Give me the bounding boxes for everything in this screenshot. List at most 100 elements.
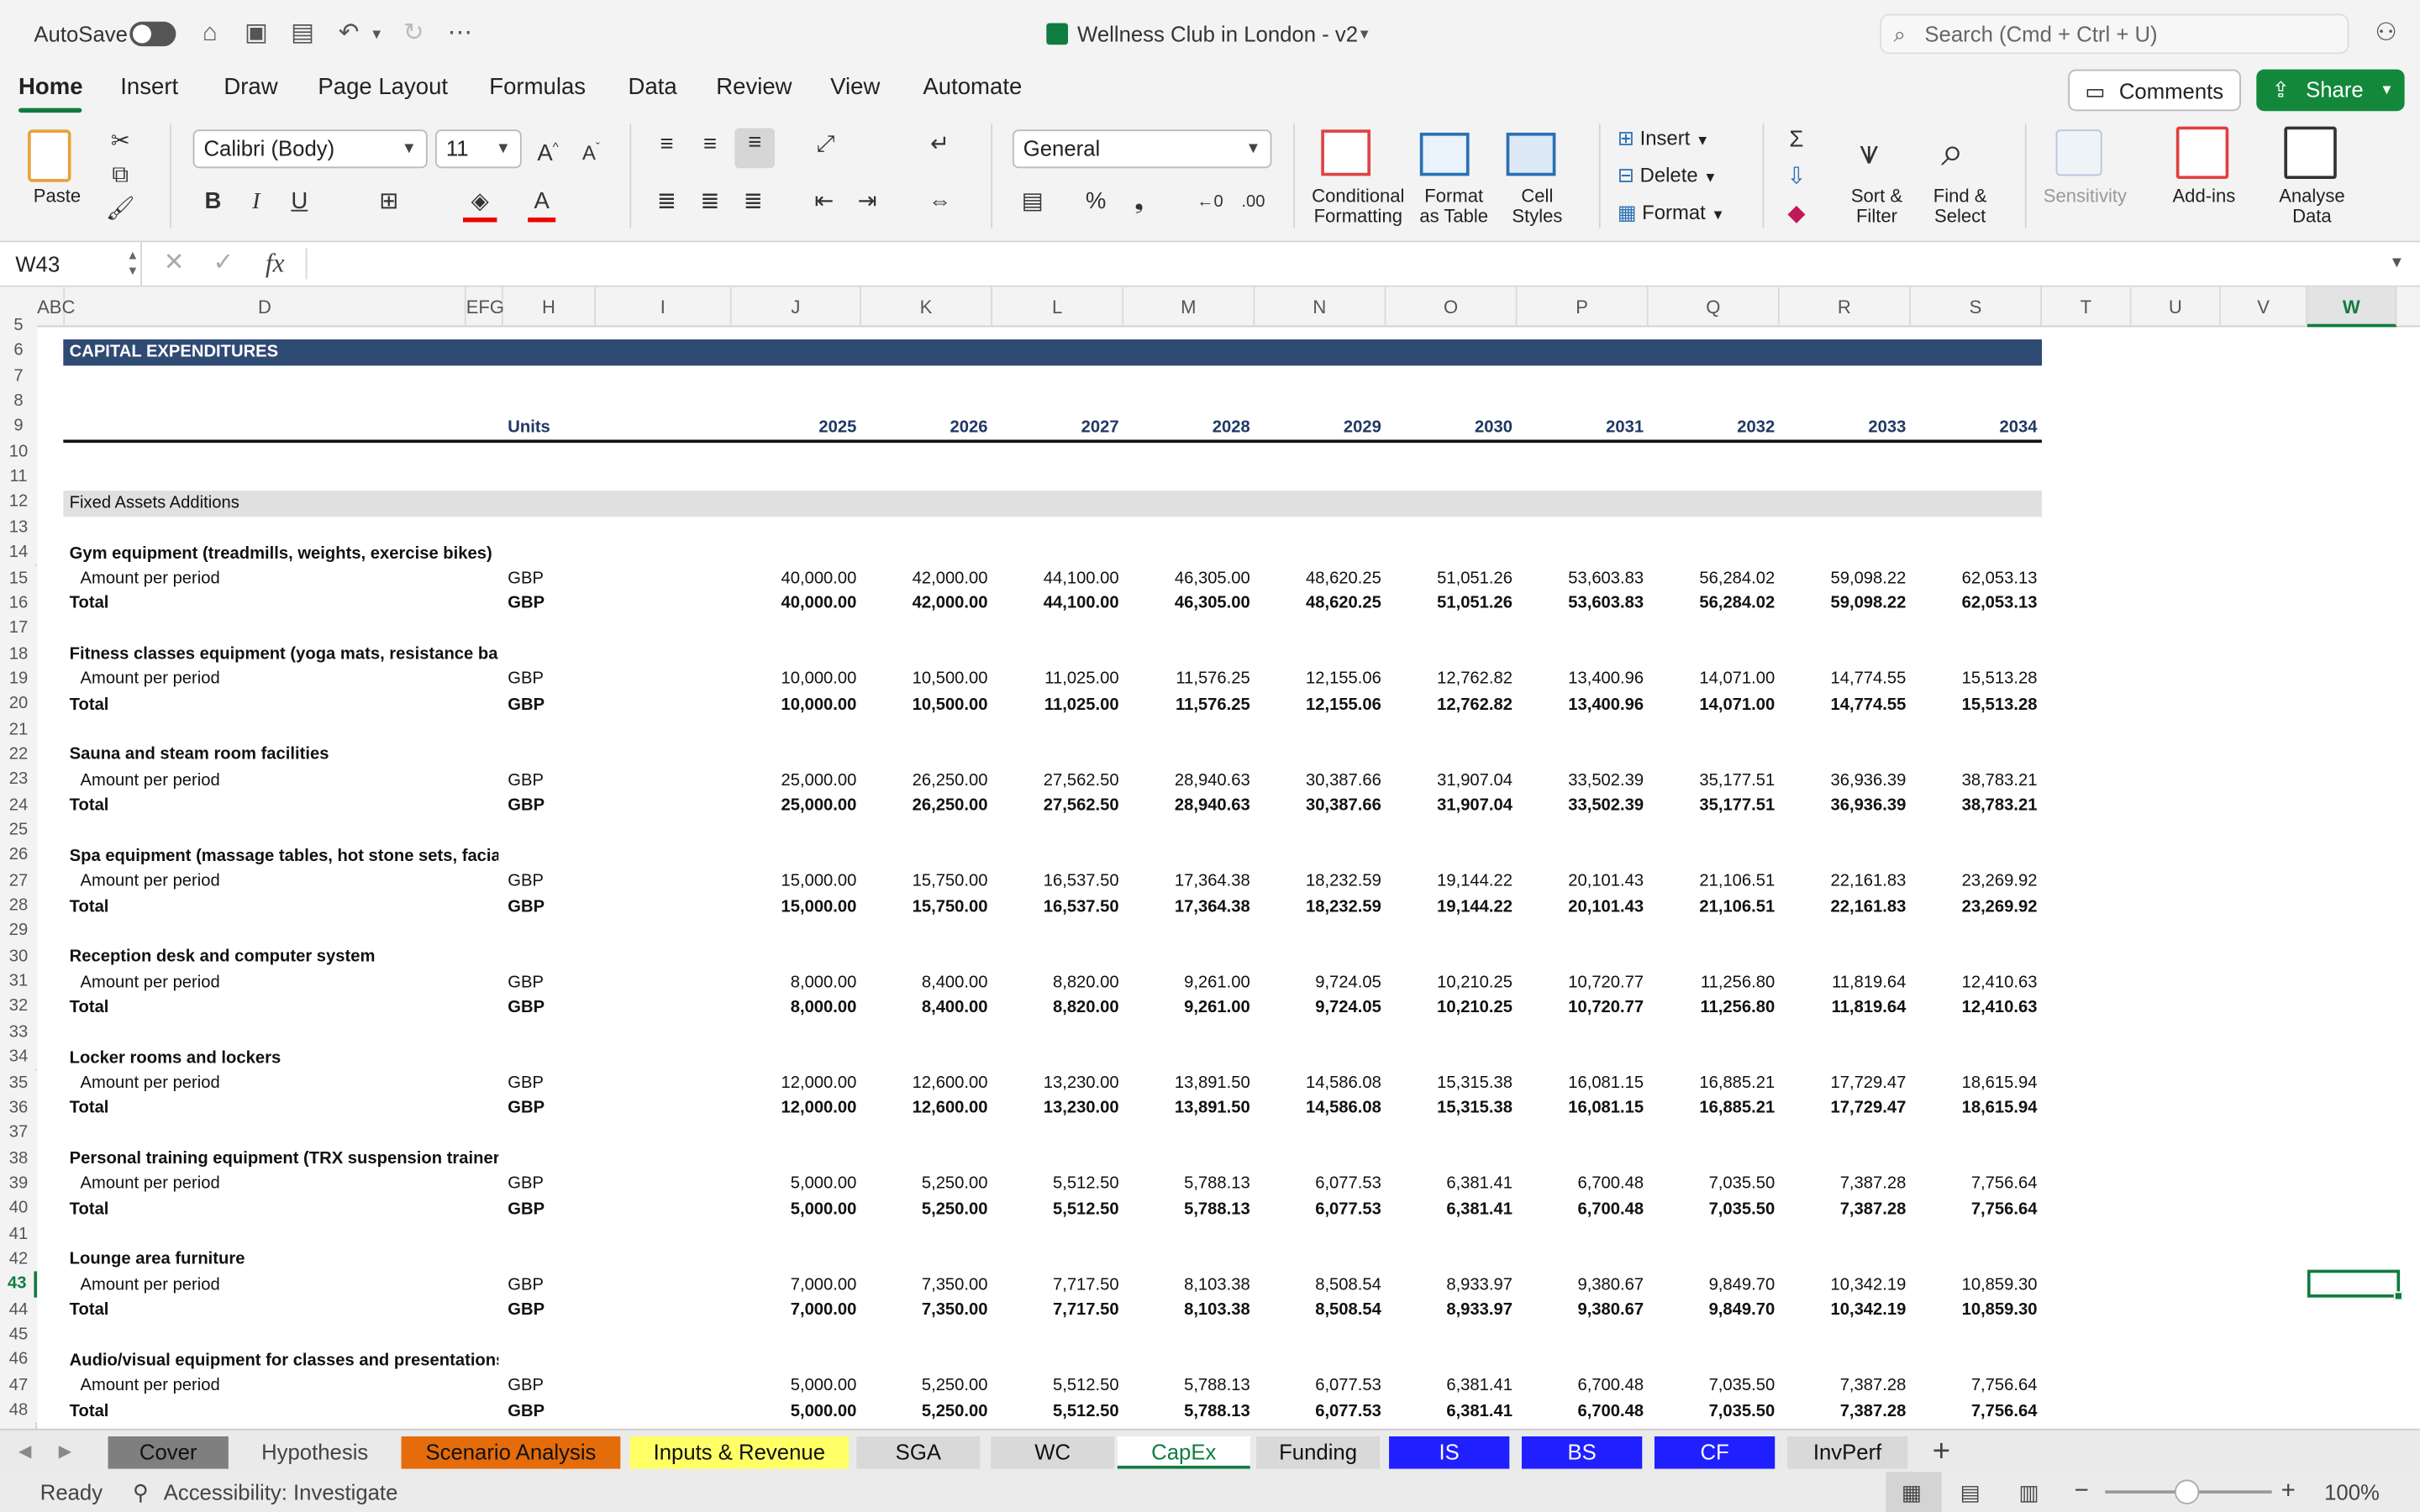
- align-bottom-icon[interactable]: ≡: [734, 128, 776, 169]
- percent-icon[interactable]: %: [1081, 186, 1112, 218]
- amount-cell[interactable]: 5,000.00: [736, 1172, 857, 1196]
- total-cell[interactable]: 62,053.13: [1915, 591, 2038, 616]
- delete-cells-button[interactable]: ⊟ Delete ▼: [1618, 162, 1718, 192]
- total-cell[interactable]: 15,000.00: [736, 894, 857, 918]
- amount-cell[interactable]: 42,000.00: [865, 566, 988, 591]
- save-as-icon[interactable]: ▤: [284, 0, 321, 68]
- amount-cell[interactable]: 7,756.64: [1915, 1172, 2038, 1196]
- total-cell[interactable]: 8,508.54: [1260, 1298, 1381, 1322]
- amount-cell[interactable]: 5,000.00: [736, 1373, 857, 1398]
- total-cell[interactable]: 14,071.00: [1653, 692, 1775, 717]
- italic-button[interactable]: I: [241, 186, 272, 218]
- format-painter-icon[interactable]: 🖌: [105, 194, 136, 225]
- underline-button[interactable]: U: [284, 186, 315, 218]
- total-cell[interactable]: 12,000.00: [736, 1096, 857, 1121]
- more-icon[interactable]: ⋯: [441, 0, 478, 68]
- tab-review[interactable]: Review: [716, 71, 792, 104]
- font-color-icon[interactable]: A: [528, 186, 556, 223]
- fill-icon[interactable]: ⇩: [1781, 162, 1812, 193]
- increase-indent-icon[interactable]: ⇥: [852, 186, 883, 218]
- amount-cell[interactable]: 6,381.41: [1391, 1172, 1512, 1196]
- sheet-tab[interactable]: WC: [991, 1436, 1115, 1469]
- amount-cell[interactable]: 53,603.83: [1522, 566, 1644, 591]
- asset-name[interactable]: Sauna and steam room facilities: [70, 743, 499, 767]
- comma-style-icon[interactable]: ❟: [1123, 186, 1155, 218]
- asset-name[interactable]: Spa equipment (massage tables, hot stone…: [70, 843, 499, 868]
- decrease-indent-icon[interactable]: ⇤: [808, 186, 839, 218]
- asset-name[interactable]: Gym equipment (treadmills, weights, exer…: [70, 541, 499, 565]
- total-cell[interactable]: 10,859.30: [1915, 1298, 2038, 1322]
- total-cell[interactable]: 7,717.50: [997, 1298, 1119, 1322]
- amount-cell[interactable]: 15,000.00: [736, 869, 857, 893]
- total-cell[interactable]: 11,576.25: [1128, 692, 1250, 717]
- amount-cell[interactable]: 7,387.28: [1784, 1172, 1907, 1196]
- amount-cell[interactable]: 31,907.04: [1391, 768, 1512, 792]
- amount-cell[interactable]: 14,586.08: [1260, 1071, 1381, 1095]
- amount-cell[interactable]: 9,380.67: [1522, 1273, 1644, 1297]
- total-cell[interactable]: 12,155.06: [1260, 692, 1381, 717]
- amount-cell[interactable]: 7,035.50: [1653, 1172, 1776, 1196]
- amount-cell[interactable]: 11,256.80: [1653, 970, 1775, 995]
- total-cell[interactable]: 9,380.67: [1522, 1298, 1644, 1322]
- cell-area[interactable]: CAPITAL EXPENDITURES Units 2025 2026 2027 202…: [0, 287, 2420, 1429]
- account-icon[interactable]: ⚇: [2368, 0, 2405, 68]
- total-cell[interactable]: 9,261.00: [1128, 995, 1250, 1020]
- unit-cell[interactable]: GBP: [508, 566, 591, 591]
- asset-name[interactable]: Audio/visual equipment for classes and p…: [70, 1348, 499, 1373]
- amount-cell[interactable]: 11,819.64: [1784, 970, 1906, 995]
- sheet-tab[interactable]: BS: [1522, 1436, 1643, 1469]
- total-cell[interactable]: 53,603.83: [1522, 591, 1644, 616]
- enter-icon[interactable]: ✓: [213, 242, 234, 285]
- amount-cell[interactable]: 16,885.21: [1653, 1071, 1775, 1095]
- unit-cell[interactable]: GBP: [508, 1399, 591, 1423]
- total-label[interactable]: Total: [70, 1197, 462, 1221]
- asset-name[interactable]: Locker rooms and lockers: [70, 1046, 499, 1070]
- total-cell[interactable]: 6,700.48: [1522, 1197, 1644, 1221]
- amount-cell[interactable]: 5,788.13: [1128, 1172, 1250, 1196]
- align-top-icon[interactable]: ≡: [651, 129, 682, 160]
- amount-cell[interactable]: 19,144.22: [1391, 869, 1512, 893]
- total-cell[interactable]: 7,756.64: [1915, 1197, 2038, 1221]
- amount-cell[interactable]: 10,342.19: [1784, 1273, 1906, 1297]
- total-cell[interactable]: 9,724.05: [1260, 995, 1381, 1020]
- total-cell[interactable]: 13,230.00: [997, 1096, 1119, 1121]
- total-cell[interactable]: 10,342.19: [1784, 1298, 1906, 1322]
- amount-cell[interactable]: 10,000.00: [736, 667, 857, 691]
- comments-button[interactable]: ▭ Comments: [2068, 69, 2241, 112]
- accounting-format-icon[interactable]: ▤: [1016, 186, 1050, 218]
- wrap-text-icon[interactable]: ↵: [923, 129, 956, 160]
- amount-cell[interactable]: 12,762.82: [1391, 667, 1512, 691]
- amount-label[interactable]: Amount per period: [81, 667, 473, 691]
- search-input[interactable]: Search (Cmd + Ctrl + U): [1924, 15, 2157, 52]
- save-icon[interactable]: ▣: [238, 0, 275, 68]
- amount-cell[interactable]: 10,500.00: [865, 667, 988, 691]
- formula-input[interactable]: [318, 242, 2370, 285]
- unit-cell[interactable]: GBP: [508, 869, 591, 893]
- fill-handle[interactable]: [2393, 1291, 2403, 1301]
- unit-cell[interactable]: GBP: [508, 1298, 591, 1322]
- total-cell[interactable]: 5,250.00: [865, 1399, 988, 1423]
- amount-cell[interactable]: 28,940.63: [1128, 768, 1250, 792]
- year-header[interactable]: 2032: [1653, 415, 1775, 439]
- total-cell[interactable]: 35,177.51: [1653, 793, 1775, 817]
- asset-name[interactable]: Reception desk and computer system: [70, 945, 499, 969]
- unit-cell[interactable]: GBP: [508, 1373, 591, 1398]
- unit-cell[interactable]: GBP: [508, 995, 591, 1020]
- total-cell[interactable]: 5,512.50: [997, 1399, 1119, 1423]
- total-cell[interactable]: 7,387.28: [1784, 1197, 1907, 1221]
- add-sheet-icon[interactable]: +: [1933, 1431, 1950, 1473]
- font-size-select[interactable]: 11 ▼: [434, 129, 522, 169]
- amount-cell[interactable]: 25,000.00: [736, 768, 857, 792]
- total-cell[interactable]: 12,600.00: [865, 1096, 988, 1121]
- total-cell[interactable]: 12,762.82: [1391, 692, 1512, 717]
- zoom-in-icon[interactable]: +: [2281, 1472, 2296, 1512]
- amount-cell[interactable]: 9,261.00: [1128, 970, 1250, 995]
- amount-cell[interactable]: 27,562.50: [997, 768, 1119, 792]
- total-cell[interactable]: 22,161.83: [1784, 894, 1906, 918]
- unit-cell[interactable]: GBP: [508, 970, 591, 995]
- total-cell[interactable]: 17,729.47: [1784, 1096, 1906, 1121]
- tab-page-layout[interactable]: Page Layout: [318, 71, 448, 104]
- year-header[interactable]: 2030: [1391, 415, 1512, 439]
- total-label[interactable]: Total: [70, 995, 462, 1020]
- name-box[interactable]: W43: [0, 242, 142, 286]
